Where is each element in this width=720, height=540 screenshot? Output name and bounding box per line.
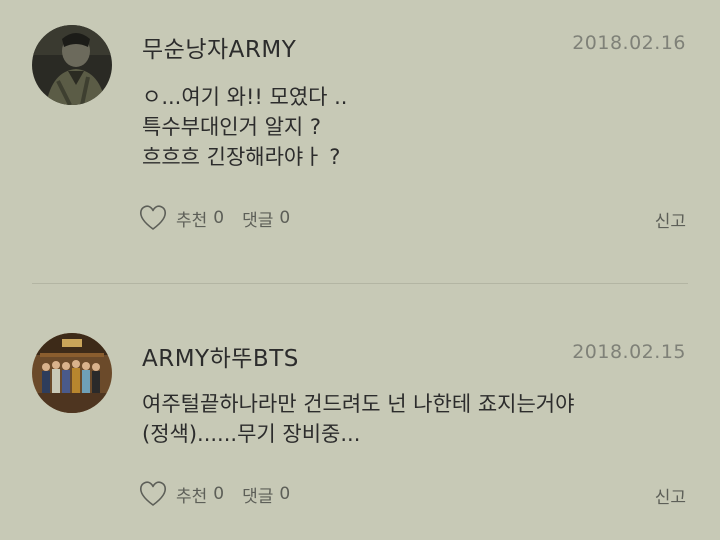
comment-text-line: (정색)......무기 장비중...: [142, 422, 361, 446]
heart-icon[interactable]: [138, 204, 168, 232]
report-button[interactable]: 신고: [655, 483, 686, 508]
comment-item: ARMY하뚜BTS 2018.02.15 여주털끝하나라만 건드려도 넌 나한테…: [0, 284, 720, 540]
group-photo-avatar-icon: [32, 333, 112, 413]
comment-actions: 추천 0 댓글 0: [138, 203, 308, 233]
avatar[interactable]: [32, 333, 112, 413]
comment-actions: 추천 0 댓글 0: [138, 479, 308, 509]
comment-item: 무순낭자ARMY 2018.02.16 ㅇ...여기 와!! 모였다 .. 특수…: [0, 0, 720, 283]
username[interactable]: ARMY하뚜BTS: [142, 339, 299, 373]
reply-label[interactable]: 댓글: [242, 206, 273, 231]
recommend-label[interactable]: 추천: [176, 206, 207, 231]
username[interactable]: 무순낭자ARMY: [142, 30, 296, 64]
comment-text-line: 흐흐흐 긴장해라야ㅏ ?: [142, 145, 341, 169]
reply-count: 0: [279, 208, 291, 228]
report-button[interactable]: 신고: [655, 207, 686, 232]
comment-body: 여주털끝하나라만 건드려도 넌 나한테 죠지는거야 (정색)......무기 장…: [142, 389, 682, 449]
comment-text-line: 특수부대인거 알지 ?: [142, 115, 322, 139]
comment-list: 무순낭자ARMY 2018.02.16 ㅇ...여기 와!! 모였다 .. 특수…: [0, 0, 720, 540]
recommend-count: 0: [213, 484, 225, 504]
comment-text-line: ㅇ...여기 와!! 모였다 ..: [142, 85, 348, 109]
recommend-count: 0: [213, 208, 225, 228]
heart-icon[interactable]: [138, 480, 168, 508]
comment-text-line: 여주털끝하나라만 건드려도 넌 나한테 죠지는거야: [142, 392, 575, 416]
dark-figure-avatar-icon: [32, 25, 112, 105]
reply-count: 0: [279, 484, 291, 504]
comment-body: ㅇ...여기 와!! 모였다 .. 특수부대인거 알지 ? 흐흐흐 긴장해라야ㅏ…: [142, 82, 682, 172]
recommend-label[interactable]: 추천: [176, 482, 207, 507]
comment-date: 2018.02.15: [572, 341, 686, 363]
comment-date: 2018.02.16: [572, 32, 686, 54]
avatar[interactable]: [32, 25, 112, 105]
reply-label[interactable]: 댓글: [242, 482, 273, 507]
